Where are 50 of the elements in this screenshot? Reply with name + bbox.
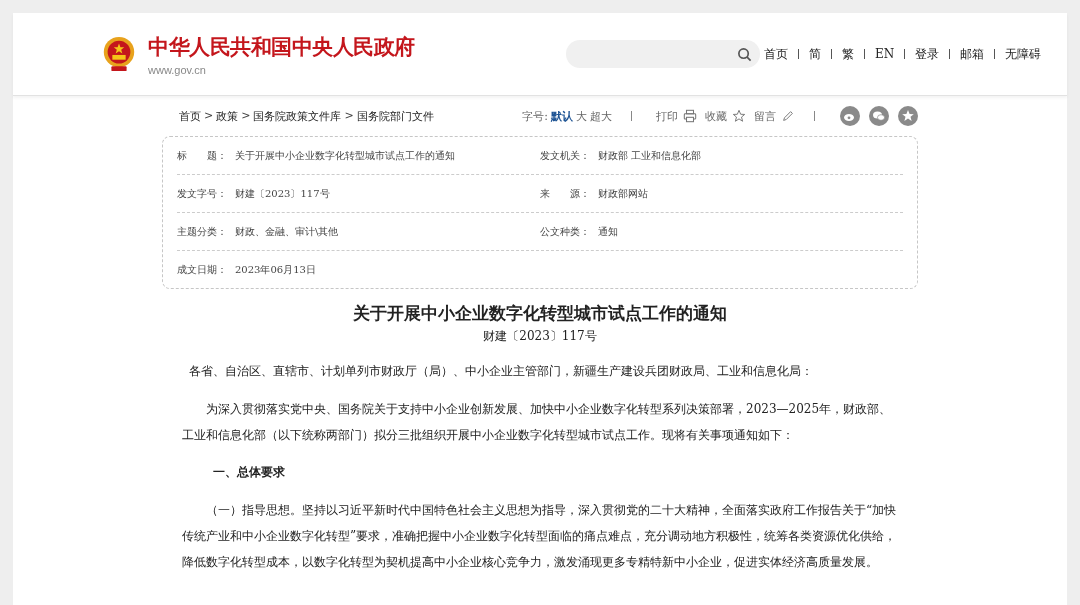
pencil-icon[interactable]: [781, 109, 795, 123]
field-value: 财政部 工业和信息化部: [598, 148, 702, 163]
search-field[interactable]: [566, 40, 760, 68]
font-size-option[interactable]: 超大: [590, 108, 612, 124]
toolbar-link[interactable]: 收藏: [705, 108, 727, 124]
field-label: 发文机关：: [540, 148, 591, 163]
field-label: 主题分类：: [177, 224, 228, 239]
font-size-label: 字号:: [522, 108, 548, 124]
breadcrumb-separator: >: [204, 108, 214, 124]
nav-link[interactable]: 登录: [913, 45, 942, 63]
nav-link[interactable]: 邮箱: [958, 45, 987, 63]
nav-link[interactable]: 无障碍: [1003, 45, 1044, 63]
field-label: 成文日期：: [177, 262, 228, 277]
field-label: 公文种类：: [540, 224, 591, 239]
star-icon[interactable]: [732, 109, 746, 123]
nav-link[interactable]: EN: [873, 47, 897, 61]
printer-icon[interactable]: [683, 109, 697, 123]
breadcrumb-link[interactable]: 国务院部门文件: [356, 108, 434, 124]
field-value: 2023年06月13日: [235, 262, 316, 277]
field-value: 通知: [598, 224, 618, 239]
salutation: 各省、自治区、直辖市、计划单列市财政厅（局）、中小企业主管部门，新疆生产建设兵团财政局、工业和信息化局：: [189, 363, 814, 380]
field-label: 来 源：: [540, 186, 591, 201]
font-size-option[interactable]: 默认: [551, 108, 573, 124]
breadcrumb-separator: >: [241, 108, 251, 124]
paragraph: 为深入贯彻落实党中央、国务院关于支持中小企业创新发展、加快中小企业数字化转型系列决策部署，2023—2025年，财政部、工业和信息化部（以下统称两部门）拟分三批组织开展中小企业数字化转型城市试点工作。现将有关事项通知如下：: [182, 401, 893, 444]
field-value: 财政部网站: [598, 186, 648, 201]
section-heading: 一、总体要求: [213, 464, 286, 481]
nav-link[interactable]: 首页: [762, 45, 790, 63]
wechat-icon[interactable]: [869, 106, 889, 126]
breadcrumb-link[interactable]: 国务院政策文件库: [253, 108, 342, 124]
site-url: www.gov.cn: [148, 63, 207, 76]
breadcrumb-link[interactable]: 首页: [179, 108, 201, 124]
weibo-icon[interactable]: [840, 106, 860, 126]
nav-link[interactable]: 简: [807, 45, 823, 63]
document-number: 财建〔2023〕117号: [482, 328, 598, 345]
paragraph: （一）指导思想。坚持以习近平新时代中国特色社会主义思想为指导，深入贯彻党的二十大精神，全面落实政府工作报告关于“加快传统产业和中小企业数字化转型”要求，准确把握中小企业数字化转型面临的痛点难点，充分调动地方积极性，统筹各类资源优化供给，降低数字化转型成本，以数字化转型为契机提高中小企业核心竞争力，激发涌现更多专精特新中小企业，促进实体经济高质量发展。: [182, 502, 898, 571]
article-title: 关于开展中小企业数字化转型城市试点工作的通知: [352, 302, 728, 325]
field-label: 发文字号：: [177, 186, 228, 201]
field-value: 关于开展中小企业数字化转型城市试点工作的通知: [235, 148, 455, 163]
field-label: 标 题：: [177, 148, 228, 163]
breadcrumb-separator: >: [344, 108, 354, 124]
toolbar-link[interactable]: 留言: [754, 108, 776, 124]
search-icon[interactable]: [737, 46, 752, 62]
field-value: 财政、金融、审计\其他: [235, 224, 339, 239]
site-title[interactable]: 中华人民共和国中央人民政府: [148, 32, 415, 61]
nav-link[interactable]: 繁: [840, 45, 856, 63]
toolbar-link[interactable]: 打印: [656, 108, 678, 124]
field-value: 财建〔2023〕117号: [235, 186, 330, 201]
breadcrumb-link[interactable]: 政策: [216, 108, 239, 124]
font-size-option[interactable]: 大: [576, 108, 587, 124]
